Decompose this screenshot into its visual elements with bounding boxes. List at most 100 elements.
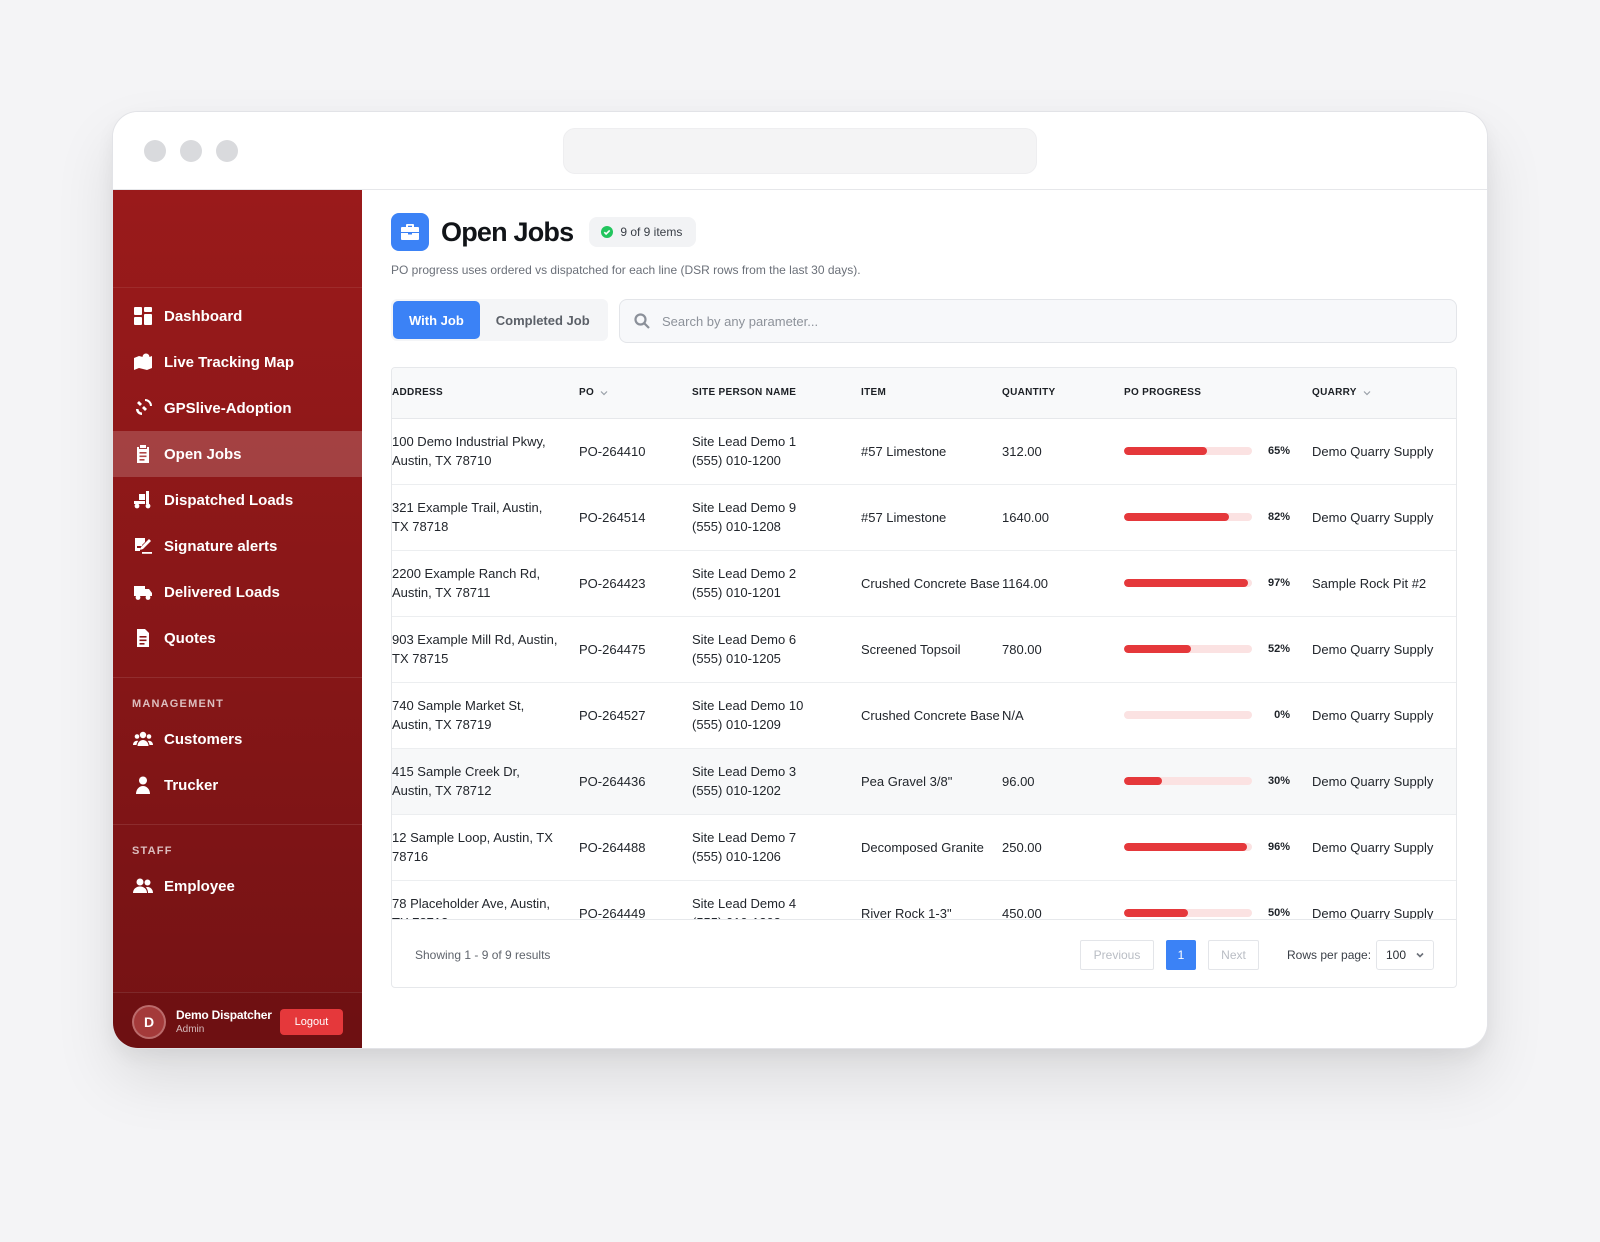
table-row[interactable]: 415 Sample Creek Dr, Austin, TX 78712 PO-…	[392, 748, 1456, 815]
sidebar-item-label: Live Tracking Map	[164, 353, 295, 371]
item-count-badge: 9 of 9 items	[589, 217, 697, 247]
app-window: Dashboard Live Tracking Map GPSlive-Adop…	[112, 111, 1488, 1049]
sidebar-item-employee[interactable]: Employee	[113, 863, 362, 909]
tab-with-job[interactable]: With Job	[393, 301, 480, 339]
chevron-down-icon	[1416, 952, 1424, 958]
cell-po: PO-264514	[579, 484, 692, 551]
search-input[interactable]	[662, 313, 1422, 329]
sidebar-item-live-tracking-map[interactable]: Live Tracking Map	[113, 339, 362, 385]
users-icon	[132, 728, 154, 750]
previous-page-button[interactable]: Previous	[1080, 939, 1154, 970]
cell-address: 740 Sample Market St, Austin, TX 78719	[392, 682, 579, 749]
section-label-staff: STAFF	[132, 845, 173, 857]
sidebar-item-open-jobs[interactable]: Open Jobs	[113, 431, 362, 477]
cell-item: Crushed Concrete Base	[861, 550, 1002, 617]
sidebar-item-trucker[interactable]: Trucker	[113, 762, 362, 808]
progress-bar-fill	[1124, 513, 1229, 521]
sidebar-nav-management: Customers Trucker	[113, 716, 362, 808]
user-icon	[132, 774, 154, 796]
cell-site-person: Site Lead Demo 2 (555) 010-1201	[692, 550, 861, 617]
column-header-po[interactable]: PO	[579, 368, 692, 419]
sidebar-item-signature-alerts[interactable]: Signature alerts	[113, 523, 362, 569]
cell-site-person: Site Lead Demo 3 (555) 010-1202	[692, 748, 861, 815]
cell-item: Decomposed Granite	[861, 814, 1002, 881]
progress-bar-fill	[1124, 645, 1191, 653]
site-person-phone: (555) 010-1200	[692, 453, 781, 468]
progress-wrapper: 96%	[1124, 838, 1312, 857]
window-close-dot[interactable]	[144, 140, 166, 162]
cell-site-person: Site Lead Demo 7 (555) 010-1206	[692, 814, 861, 881]
rows-per-page-select[interactable]: 100	[1376, 939, 1434, 970]
window-maximize-dot[interactable]	[216, 140, 238, 162]
cell-site-person: Site Lead Demo 9 (555) 010-1208	[692, 484, 861, 551]
cell-site-person: Site Lead Demo 6 (555) 010-1205	[692, 616, 861, 683]
table-header-row: ADDRESS PO SITE PERSON NAME ITEM QUANTIT…	[392, 368, 1456, 419]
site-person-name: Site Lead Demo 6	[692, 632, 797, 647]
site-person-name: Site Lead Demo 2	[692, 566, 797, 581]
jobs-table-card: ADDRESS PO SITE PERSON NAME ITEM QUANTIT…	[391, 367, 1457, 988]
table-row[interactable]: 78 Placeholder Ave, Austin, TX 78713PO-2…	[392, 880, 1456, 919]
site-person-phone: (555) 010-1206	[692, 849, 781, 864]
sidebar-item-delivered-loads[interactable]: Delivered Loads	[113, 569, 362, 615]
page-title: Open Jobs	[441, 216, 574, 247]
search-box	[619, 299, 1457, 343]
cell-quarry: Demo Quarry Supply	[1312, 682, 1456, 749]
site-person-phone: (555) 010-1208	[692, 519, 781, 534]
progress-bar-fill	[1124, 843, 1247, 851]
table-row[interactable]: 100 Demo Industrial Pkwy, Austin, TX 787…	[392, 418, 1456, 485]
cell-quantity: 1164.00	[1002, 550, 1124, 617]
cell-po-progress: 52%	[1124, 616, 1312, 683]
cell-po: PO-264449	[579, 880, 692, 919]
progress-wrapper: 30%	[1124, 772, 1312, 791]
cell-item: Pea Gravel 3/8"	[861, 748, 1002, 815]
cell-quantity: 780.00	[1002, 616, 1124, 683]
cell-po-progress: 0%	[1124, 682, 1312, 749]
rows-per-page-label: Rows per page:	[1287, 947, 1372, 962]
table-scroll-area[interactable]: ADDRESS PO SITE PERSON NAME ITEM QUANTIT…	[392, 368, 1456, 920]
cell-site-person: Site Lead Demo 1 (555) 010-1200	[692, 418, 861, 485]
table-row[interactable]: 740 Sample Market St, Austin, TX 78719 PO…	[392, 682, 1456, 749]
progress-bar-fill	[1124, 909, 1188, 917]
item-count-text: 9 of 9 items	[620, 225, 683, 239]
sidebar-item-dashboard[interactable]: Dashboard	[113, 293, 362, 339]
table-row[interactable]: 903 Example Mill Rd, Austin, TX 78715 PO-…	[392, 616, 1456, 683]
table-body: 100 Demo Industrial Pkwy, Austin, TX 787…	[392, 418, 1456, 919]
table-row[interactable]: 2200 Example Ranch Rd, Austin, TX 78711 P…	[392, 550, 1456, 617]
column-header-quarry[interactable]: QUARRY	[1312, 368, 1456, 419]
sidebar-item-gpslive-adoption[interactable]: GPSlive-Adoption	[113, 385, 362, 431]
next-page-button[interactable]: Next	[1208, 939, 1259, 970]
tab-completed-job[interactable]: Completed Job	[480, 301, 606, 339]
site-person-phone: (555) 010-1205	[692, 651, 781, 666]
cell-quarry: Demo Quarry Supply	[1312, 418, 1456, 485]
table-footer: Showing 1 - 9 of 9 results Previous 1 Ne…	[392, 920, 1456, 987]
cell-quantity: 250.00	[1002, 814, 1124, 881]
avatar[interactable]: D	[132, 1004, 166, 1039]
sidebar-item-dispatched-loads[interactable]: Dispatched Loads	[113, 477, 362, 523]
jobs-table: ADDRESS PO SITE PERSON NAME ITEM QUANTIT…	[392, 368, 1456, 919]
progress-bar	[1124, 909, 1252, 917]
site-person-name: Site Lead Demo 3	[692, 764, 797, 779]
sidebar-item-label: Trucker	[164, 776, 219, 794]
progress-bar	[1124, 447, 1252, 455]
page-number-button[interactable]: 1	[1166, 939, 1196, 970]
cell-quarry: Demo Quarry Supply	[1312, 748, 1456, 815]
cell-address: 321 Example Trail, Austin, TX 78718	[392, 484, 579, 551]
table-row[interactable]: 321 Example Trail, Austin, TX 78718 PO-26…	[392, 484, 1456, 551]
job-tabs: With Job Completed Job	[391, 299, 608, 341]
cell-address: 903 Example Mill Rd, Austin, TX 78715	[392, 616, 579, 683]
cell-po: PO-264410	[579, 418, 692, 485]
progress-percent: 30%	[1267, 774, 1290, 787]
truck-loading-icon	[132, 489, 154, 511]
address-bar[interactable]	[563, 128, 1037, 174]
window-minimize-dot[interactable]	[180, 140, 202, 162]
cell-po: PO-264527	[579, 682, 692, 749]
logout-button[interactable]: Logout	[280, 1008, 343, 1035]
cell-po: PO-264423	[579, 550, 692, 617]
clipboard-icon	[132, 443, 154, 465]
chevron-down-icon	[600, 390, 608, 395]
sidebar-item-quotes[interactable]: Quotes	[113, 615, 362, 661]
table-row[interactable]: 12 Sample Loop, Austin, TX 78716 PO-26448…	[392, 814, 1456, 881]
sidebar-item-customers[interactable]: Customers	[113, 716, 362, 762]
sidebar-item-label: Signature alerts	[164, 537, 278, 555]
sidebar-item-label: Dispatched Loads	[164, 491, 294, 509]
